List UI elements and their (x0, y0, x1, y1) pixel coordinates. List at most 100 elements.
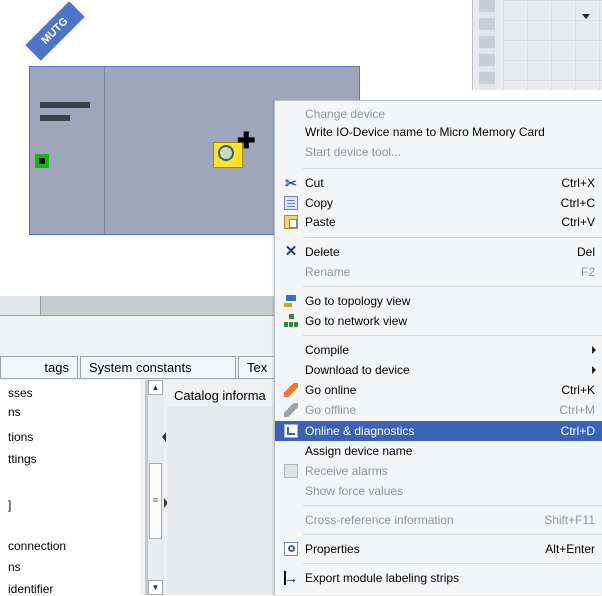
paste-icon (284, 215, 298, 229)
scroll-up-button[interactable]: ▲ (148, 380, 163, 395)
menu-separator (303, 335, 602, 336)
menu-separator (303, 563, 602, 564)
receive-alarms-icon (284, 464, 298, 478)
list-item[interactable]: ns (8, 405, 136, 419)
go-online-icon (284, 383, 298, 397)
menu-item-label: Rename (305, 265, 351, 279)
editor-scrollbar-strip[interactable] (0, 296, 290, 316)
menu-item-label: Compile (305, 343, 350, 357)
device-tag-label: MUTG (39, 15, 71, 47)
menu-item-shortcut: Ctrl+D (560, 424, 595, 438)
menu-item-label: Show force values (305, 484, 404, 498)
magnifier-lens (218, 145, 234, 161)
menu-item-assign-device-name[interactable]: Assign device name (275, 441, 602, 461)
add-module-magnifier-icon[interactable]: ✚ (213, 130, 257, 170)
collapse-left-icon[interactable] (162, 432, 166, 442)
menu-separator (303, 505, 602, 506)
menu-item-label: Cut (305, 176, 324, 190)
list-item[interactable]: ttings (8, 452, 136, 466)
menu-item-start-device-tool[interactable]: Start device tool... (275, 142, 602, 162)
catalog-information-box (167, 406, 277, 595)
menu-item-label: Assign device name (305, 444, 413, 458)
scissors-icon: ✂ (285, 175, 297, 191)
device-module-panel[interactable] (30, 67, 105, 234)
menu-item-write-io-device-name[interactable]: Write IO-Device name to Micro Memory Car… (275, 122, 602, 142)
menu-item-label: Online & diagnostics (305, 424, 415, 438)
topology-view-icon (284, 294, 298, 308)
menu-item-copy[interactable]: Copy Ctrl+C (275, 193, 602, 213)
menu-item-shortcut: Shift+F11 (544, 513, 595, 527)
list-item[interactable]: ns (8, 560, 136, 574)
copy-icon (284, 196, 298, 210)
module-bar (40, 115, 70, 121)
menu-item-delete[interactable]: ✕ Delete Del (275, 242, 602, 262)
menu-item-compile[interactable]: Compile (275, 340, 602, 360)
menu-item-shortcut: Ctrl+C (560, 196, 595, 210)
export-arrow-icon: → (284, 570, 298, 586)
module-bar (40, 102, 90, 108)
menu-item-label: Start device tool... (305, 145, 402, 159)
menu-item-label: Go online (305, 383, 357, 397)
property-navigation-list: sses ns tions ttings ] connection ns ide… (0, 380, 140, 596)
menu-item-shortcut: Ctrl+M (559, 403, 595, 417)
network-port-icon[interactable] (35, 154, 49, 168)
menu-item-download-to-device[interactable]: Download to device (275, 360, 602, 380)
inspector-tabbar: tags System constants Tex (0, 356, 290, 379)
context-menu: Change device Write IO-Device name to Mi… (274, 100, 602, 595)
menu-item-label: Go to topology view (305, 294, 411, 308)
scroll-tab-stub[interactable] (0, 296, 41, 315)
network-view-icon (284, 314, 298, 328)
device-tag-badge: MUTG (25, 1, 85, 61)
menu-item-show-force-values[interactable]: Show force values (275, 481, 602, 501)
menu-item-shortcut: Ctrl+V (561, 215, 595, 229)
menu-item-label: Go to network view (305, 314, 408, 328)
menu-item-change-device[interactable]: Change device (275, 104, 602, 124)
menu-item-receive-alarms[interactable]: Receive alarms (275, 461, 602, 481)
submenu-arrow-icon (592, 346, 596, 354)
list-scrollbar[interactable]: ▲ ≡ ▼ (147, 380, 164, 595)
menu-item-go-online[interactable]: Go online Ctrl+K (275, 380, 602, 400)
menu-item-properties[interactable]: Properties Alt+Enter (275, 539, 602, 559)
menu-item-label: Properties (305, 542, 360, 556)
overview-column (479, 0, 495, 90)
menu-item-shortcut: Alt+Enter (545, 542, 595, 556)
menu-item-online-diagnostics[interactable]: Online & diagnostics Ctrl+D (275, 421, 602, 441)
go-offline-icon (284, 403, 298, 417)
menu-separator (303, 534, 602, 535)
menu-item-network-view[interactable]: Go to network view (275, 311, 602, 331)
menu-item-rename[interactable]: Rename F2 (275, 262, 602, 282)
menu-item-label: Change device (305, 107, 386, 121)
menu-separator (303, 168, 602, 169)
overview-strip[interactable] (472, 0, 602, 90)
menu-item-cut[interactable]: ✂ Cut Ctrl+X (275, 173, 602, 193)
menu-item-label: Cross-reference information (305, 513, 454, 527)
menu-item-label: Write IO-Device name to Micro Memory Car… (305, 125, 545, 139)
menu-item-paste[interactable]: Paste Ctrl+V (275, 212, 602, 232)
catalog-information-label: Catalog informa (174, 388, 266, 403)
menu-item-label: Receive alarms (305, 464, 388, 478)
menu-item-topology-view[interactable]: Go to topology view (275, 291, 602, 311)
list-item[interactable]: ] (8, 498, 136, 512)
scroll-thumb[interactable]: ≡ (149, 463, 162, 539)
menu-item-label: Paste (305, 215, 336, 229)
list-item[interactable]: tions (8, 430, 136, 444)
menu-separator (303, 237, 602, 238)
properties-icon (284, 542, 298, 556)
tab-system-constants[interactable]: System constants (80, 356, 236, 378)
menu-item-cross-reference[interactable]: Cross-reference information Shift+F11 (275, 510, 602, 530)
list-item[interactable]: sses (8, 386, 136, 400)
menu-item-export-labeling-strips[interactable]: → Export module labeling strips (275, 568, 602, 588)
menu-item-label: Export module labeling strips (305, 571, 460, 585)
list-item[interactable]: identifier (8, 582, 136, 596)
menu-item-shortcut: Ctrl+X (561, 176, 595, 190)
menu-item-shortcut: F2 (580, 265, 595, 279)
menu-separator (303, 286, 602, 287)
chevron-down-icon[interactable] (582, 14, 590, 19)
menu-item-shortcut: Del (576, 245, 595, 259)
menu-item-go-offline[interactable]: Go offline Ctrl+M (275, 400, 602, 420)
plus-icon: ✚ (237, 128, 256, 153)
menu-item-label: Download to device (305, 363, 410, 377)
list-item[interactable]: connection (8, 539, 136, 553)
scroll-down-button[interactable]: ▼ (148, 580, 163, 595)
tab-tags[interactable]: tags (0, 356, 78, 378)
